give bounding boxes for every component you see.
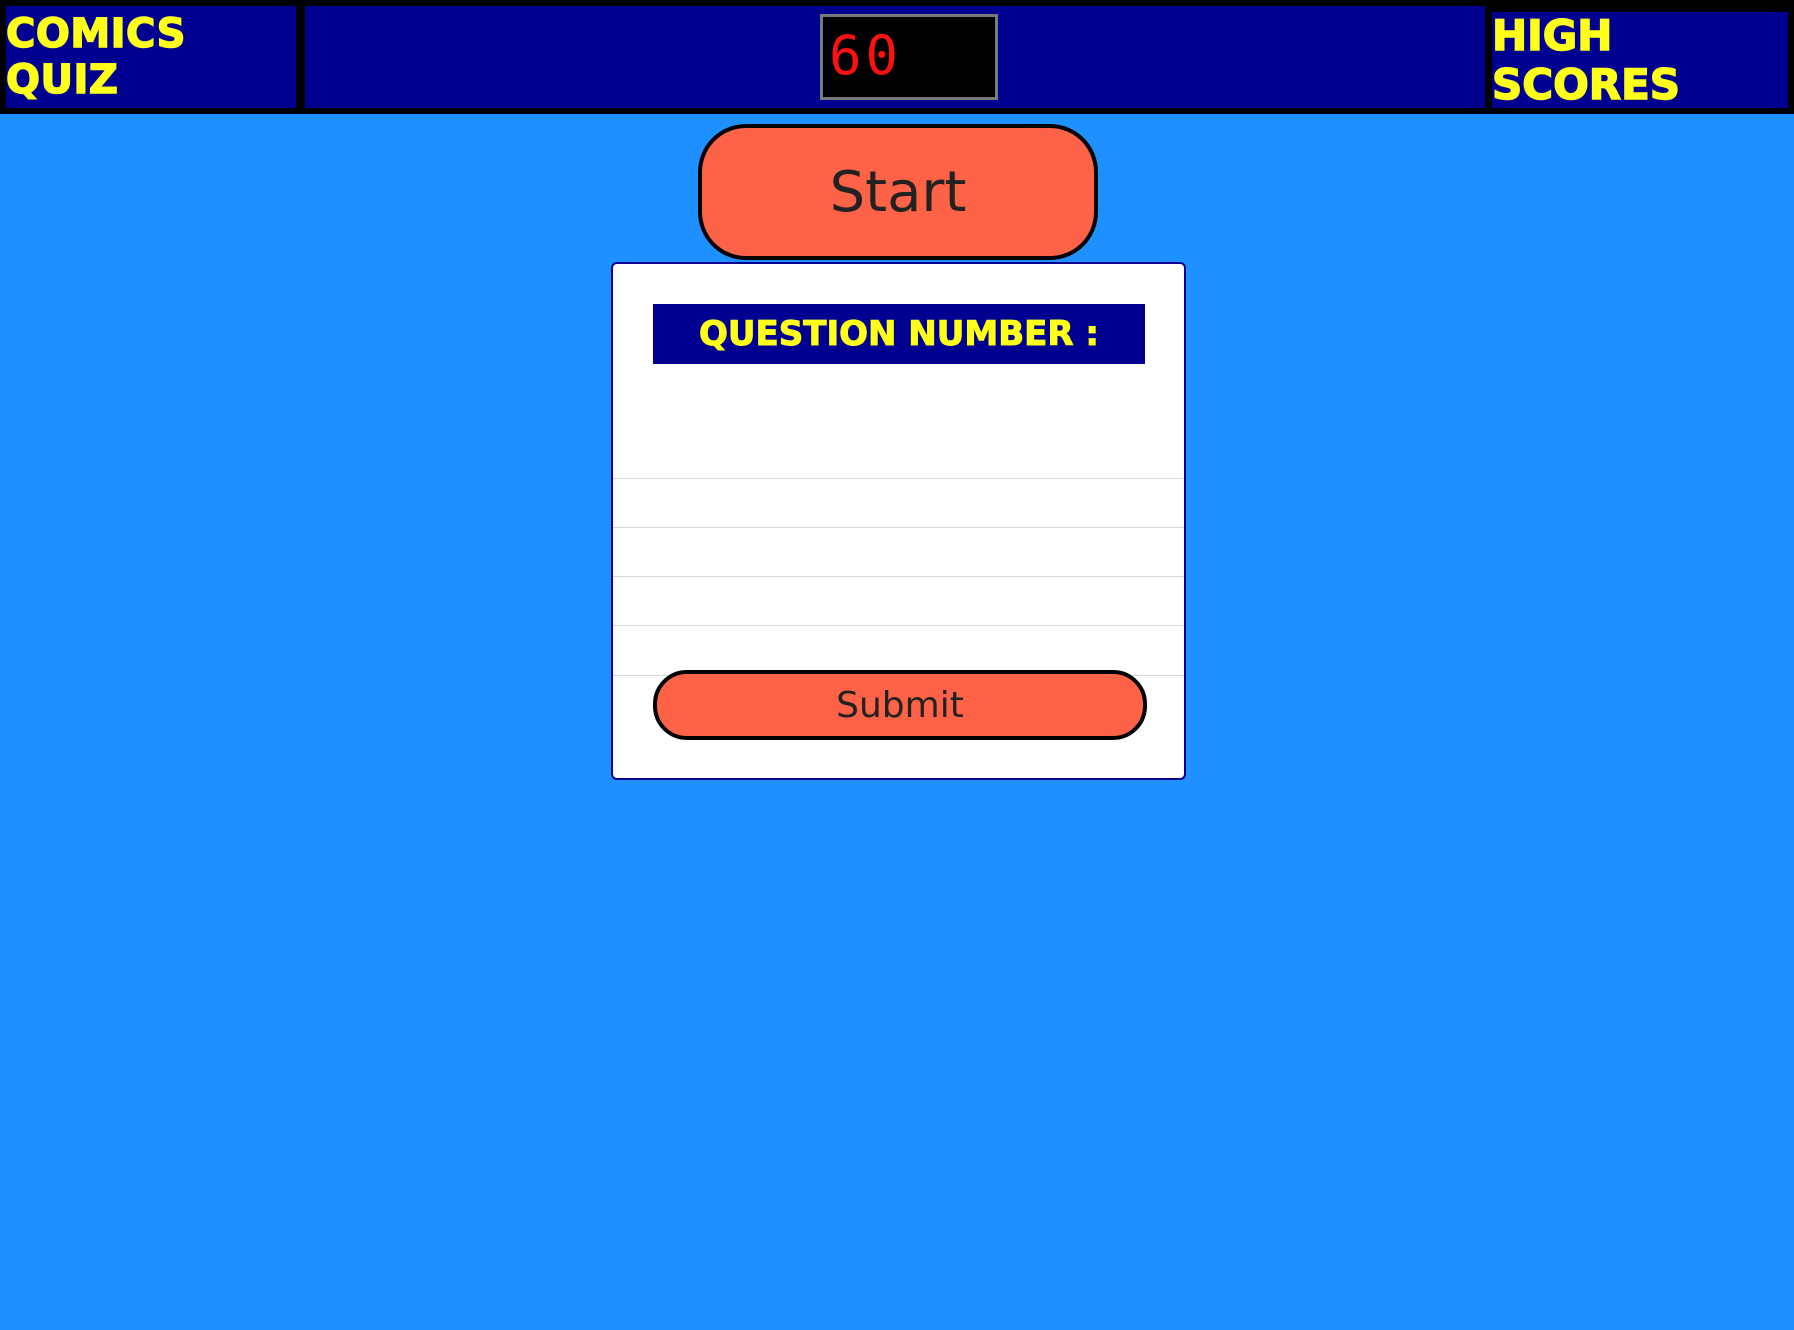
answer-choice-4[interactable] bbox=[613, 625, 1184, 676]
question-text bbox=[653, 372, 1145, 452]
question-number-header: Question Number : bbox=[653, 304, 1145, 364]
brand-title-text: Comics Quiz bbox=[5, 10, 186, 104]
submit-button[interactable]: Submit bbox=[653, 670, 1147, 740]
answer-choice-1[interactable] bbox=[613, 478, 1184, 527]
high-scores-label: High Scores bbox=[1491, 10, 1681, 110]
answer-choices-list bbox=[613, 478, 1184, 676]
high-scores-link[interactable]: High Scores bbox=[1491, 10, 1788, 110]
start-button-label: Start bbox=[829, 159, 967, 225]
answer-choice-3[interactable] bbox=[613, 576, 1184, 625]
submit-button-label: Submit bbox=[836, 684, 964, 726]
timer-value: 60 bbox=[829, 24, 903, 87]
brand-title: Comics Quiz bbox=[5, 6, 296, 108]
countdown-timer: 60 bbox=[820, 14, 998, 100]
start-button[interactable]: Start bbox=[698, 124, 1098, 260]
quiz-card: Question Number : Submit bbox=[611, 262, 1186, 780]
question-number-label: Question Number : bbox=[699, 314, 1100, 355]
answer-choice-2[interactable] bbox=[613, 527, 1184, 576]
top-navbar: Comics Quiz 60 High Scores bbox=[0, 0, 1794, 114]
